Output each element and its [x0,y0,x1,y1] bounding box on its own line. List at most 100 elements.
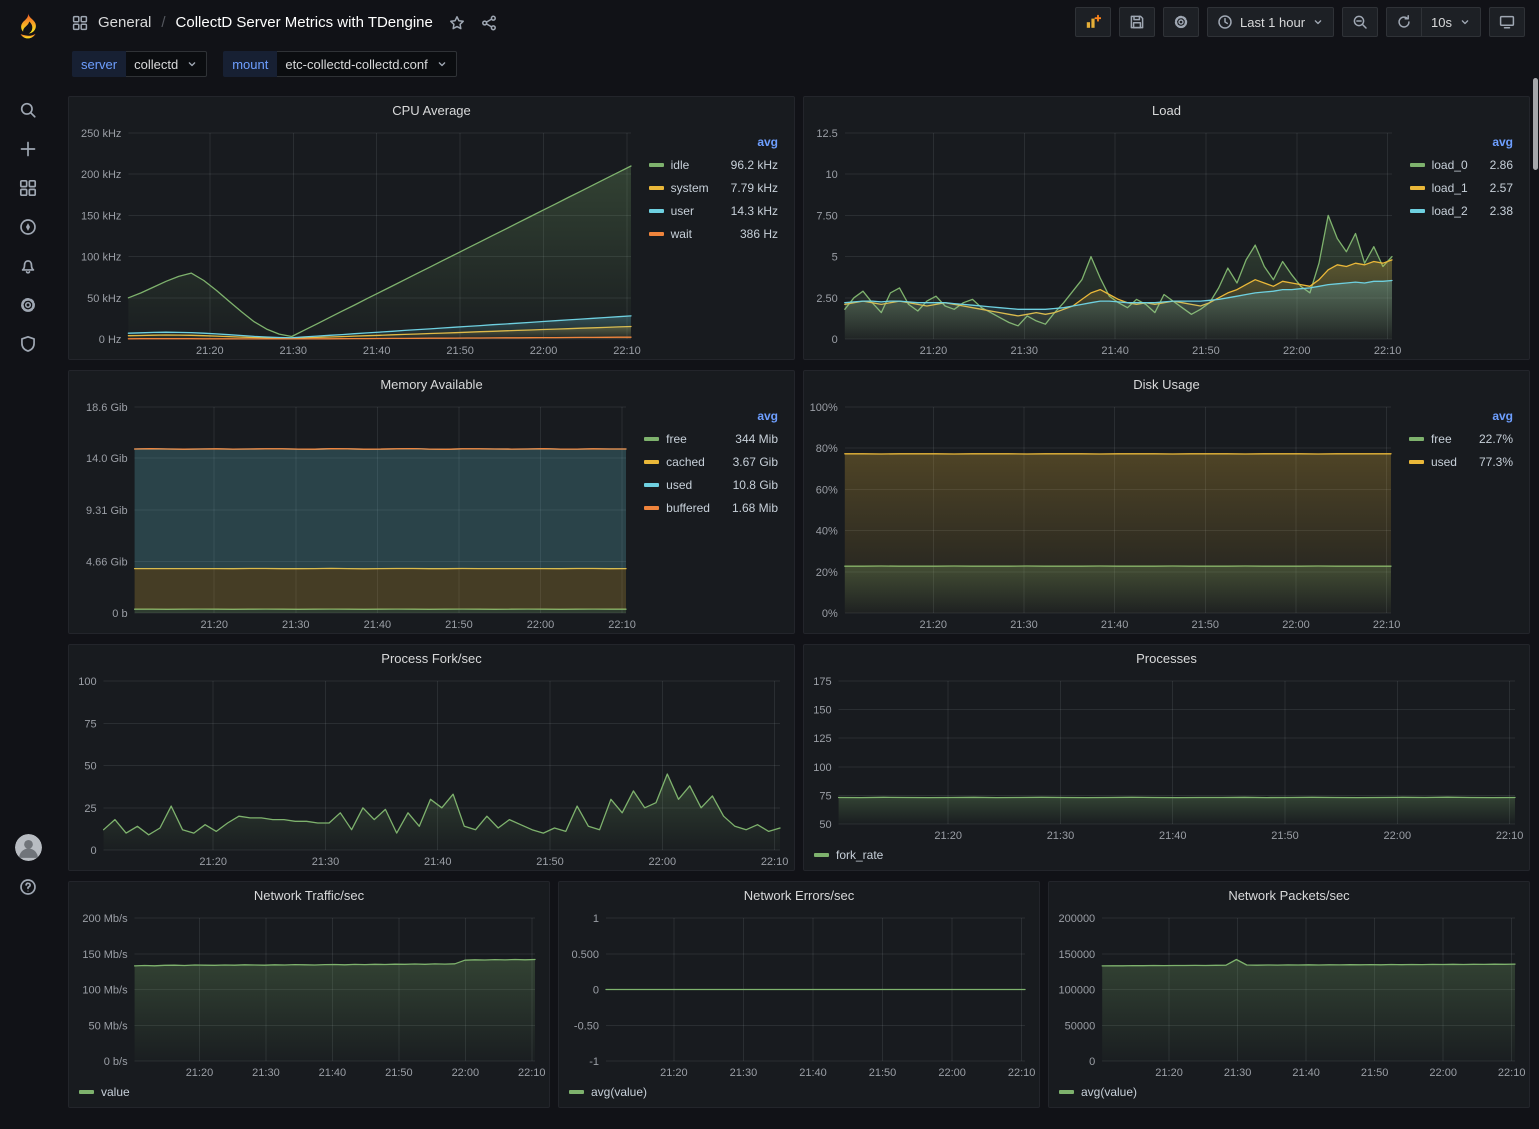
chart-disk-usage[interactable]: 0%20%40%60%80%100%21:2021:3021:4021:5022… [804,397,1405,633]
legend-item[interactable]: value [79,1085,130,1099]
panel-title[interactable]: Network Errors/sec [559,882,1039,908]
legend-item[interactable]: free22.7% [1409,427,1513,450]
svg-text:250 kHz: 250 kHz [81,128,121,140]
chart-network-traffic-sec[interactable]: 0 b/s50 Mb/s100 Mb/s150 Mb/s200 Mb/s21:2… [69,908,549,1081]
svg-text:0 b/s: 0 b/s [104,1056,128,1068]
panel-title[interactable]: Processes [804,645,1529,671]
svg-text:21:50: 21:50 [1192,345,1220,357]
sidebar-item-search[interactable] [0,90,56,129]
svg-text:12.5: 12.5 [816,128,837,140]
legend-item[interactable]: user14.3 kHz [649,199,778,222]
sidebar-item-create[interactable] [0,129,56,168]
svg-text:21:50: 21:50 [385,1067,413,1079]
svg-text:21:30: 21:30 [730,1067,758,1079]
svg-text:75: 75 [819,790,831,802]
chart-cpu-average[interactable]: 0 Hz50 kHz100 kHz150 kHz200 kHz250 kHz21… [69,123,645,359]
share-icon[interactable] [481,15,497,31]
chart-network-errors-sec[interactable]: -1-0.5000.500121:2021:3021:4021:5022:002… [559,908,1039,1081]
sidebar-item-alerting[interactable] [0,246,56,285]
svg-text:0%: 0% [822,608,838,620]
legend-item[interactable]: wait386 Hz [649,222,778,245]
legend-item[interactable]: used10.8 Gib [644,473,778,496]
legend-item[interactable]: load_02.86 [1410,153,1513,176]
series-color-dash [649,209,664,213]
apps-icon[interactable] [72,15,88,31]
add-panel-button[interactable] [1075,7,1111,37]
chart-memory-available[interactable]: 0 b4.66 Gib9.31 Gib14.0 Gib18.6 Gib21:20… [69,397,640,633]
panel-network-errors-sec: Network Errors/sec-1-0.5000.500121:2021:… [558,881,1040,1108]
svg-text:21:20: 21:20 [920,619,948,631]
panel-title[interactable]: CPU Average [69,97,794,123]
legend-item[interactable]: idle96.2 kHz [649,153,778,176]
series-color-dash [1059,1090,1074,1094]
svg-text:22:10: 22:10 [613,345,641,357]
variable-value-dropdown[interactable]: collectd [126,51,207,77]
legend-item[interactable]: free344 Mib [644,427,778,450]
dashboard-settings-button[interactable] [1163,7,1199,37]
svg-text:0: 0 [90,845,96,857]
legend-item[interactable]: avg(value) [1059,1085,1137,1099]
svg-text:21:40: 21:40 [424,856,452,868]
panel-title[interactable]: Memory Available [69,371,794,397]
svg-text:1: 1 [593,913,599,925]
svg-text:0: 0 [1089,1056,1095,1068]
panel-network-packets-sec: Network Packets/sec050000100000150000200… [1048,881,1530,1108]
legend-item[interactable]: load_12.57 [1410,176,1513,199]
zoom-out-button[interactable] [1342,7,1378,37]
panel-title[interactable]: Network Traffic/sec [69,882,549,908]
series-color-dash [644,506,659,510]
panel-title[interactable]: Network Packets/sec [1049,882,1529,908]
panel-title[interactable]: Process Fork/sec [69,645,794,671]
panel-processes: Processes507510012515017521:2021:3021:40… [803,644,1530,871]
plus-icon [19,140,37,158]
chart-load[interactable]: 02.5057.501012.521:2021:3021:4021:5022:0… [804,123,1406,359]
series-avg-value: 96.2 kHz [731,158,778,172]
tv-mode-button[interactable] [1489,7,1525,37]
legend-item[interactable]: avg(value) [569,1085,647,1099]
sidebar-item-help[interactable] [0,867,56,906]
legend-item[interactable]: system7.79 kHz [649,176,778,199]
series-color-dash [1410,186,1425,190]
scrollbar-track[interactable] [1532,44,1539,1129]
refresh-button[interactable] [1386,7,1422,37]
svg-text:20%: 20% [816,567,838,579]
panel-title[interactable]: Load [804,97,1529,123]
svg-text:150 Mb/s: 150 Mb/s [82,949,128,961]
legend-item[interactable]: cached3.67 Gib [644,450,778,473]
series-name: load_0 [1432,158,1490,172]
series-name: value [101,1085,130,1099]
legend-item[interactable]: buffered1.68 Mib [644,496,778,519]
sidebar-item-server-admin[interactable] [0,324,56,363]
svg-text:0: 0 [832,334,838,346]
chart-processes[interactable]: 507510012515017521:2021:3021:4021:5022:0… [804,671,1529,844]
sidebar-item-configuration[interactable] [0,285,56,324]
refresh-interval-picker[interactable]: 10s [1421,7,1481,37]
svg-text:21:50: 21:50 [1271,830,1299,842]
svg-text:22:10: 22:10 [1496,830,1524,842]
add-panel-icon [1085,14,1101,30]
dashboards-grid-icon [19,179,37,197]
sidebar-item-explore[interactable] [0,207,56,246]
series-color-dash [644,460,659,464]
sidebar-item-profile[interactable] [0,828,56,867]
legend: avgidle96.2 kHzsystem7.79 kHzuser14.3 kH… [645,123,794,359]
chart-network-packets-sec[interactable]: 05000010000015000020000021:2021:3021:402… [1049,908,1529,1081]
variable-mount: mount etc-collectd-collectd.conf [223,51,456,77]
scrollbar-thumb[interactable] [1533,78,1538,170]
sidebar-item-dashboards[interactable] [0,168,56,207]
breadcrumb-section[interactable]: General [98,14,151,31]
legend-item[interactable]: load_22.38 [1410,199,1513,222]
grafana-logo[interactable] [0,0,56,56]
save-dashboard-button[interactable] [1119,7,1155,37]
time-range-picker[interactable]: Last 1 hour [1207,7,1334,37]
variable-value-dropdown[interactable]: etc-collectd-collectd.conf [277,51,456,77]
panel-title[interactable]: Disk Usage [804,371,1529,397]
legend-item[interactable]: fork_rate [814,848,883,862]
gear-icon [19,296,37,314]
chart-process-fork-sec[interactable]: 025507510021:2021:3021:4021:5022:0022:10 [69,671,794,870]
help-icon [19,878,37,896]
star-icon[interactable] [449,15,465,31]
compass-icon [19,218,37,236]
svg-text:21:50: 21:50 [869,1067,897,1079]
legend-item[interactable]: used77.3% [1409,450,1513,473]
